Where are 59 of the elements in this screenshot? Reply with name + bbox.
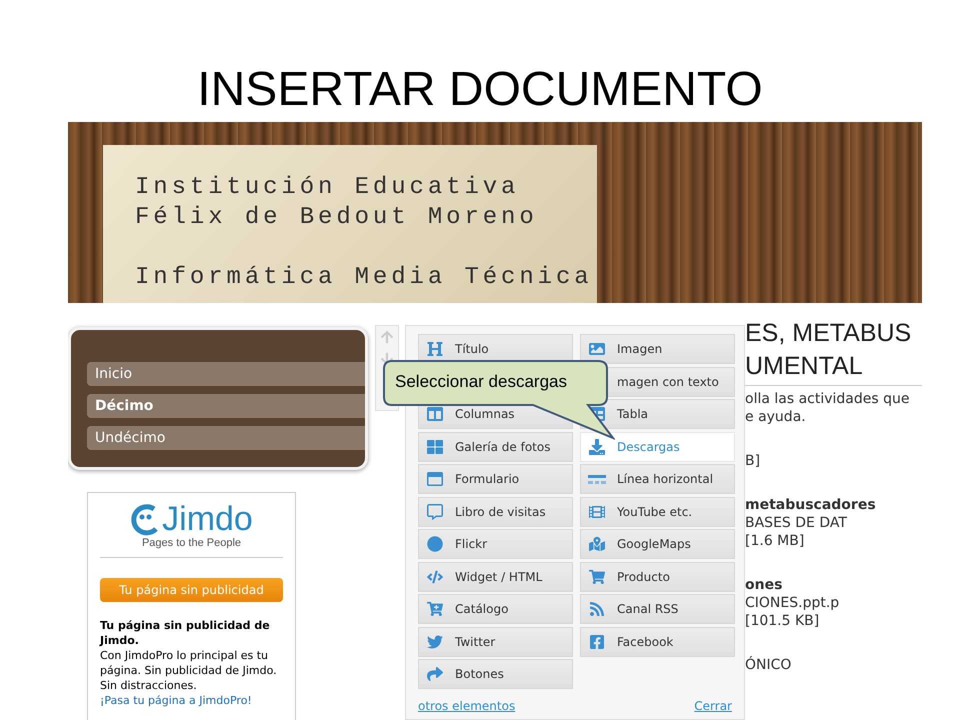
grid-icon — [427, 438, 443, 454]
header-text: Félix de Bedout Moreno — [135, 203, 539, 233]
menu-item[interactable]: Formulario — [418, 464, 573, 494]
page-text: e ayuda. — [745, 408, 807, 426]
promo-link[interactable]: ¡Pasa tu página a JimdoPro! — [100, 693, 283, 708]
page-text: BASES DE DAT — [745, 514, 848, 532]
promo-heading: Tu página sin publicidad de Jimdo. — [100, 618, 271, 648]
page-heading: UMENTAL — [745, 351, 864, 382]
menu-item[interactable]: Imagen — [580, 334, 735, 364]
menu-item[interactable]: YouTube etc. — [580, 496, 735, 526]
logo-text: Jimdo — [162, 501, 253, 537]
page-text: ÓNICO — [745, 656, 792, 674]
header-text: Informática Media Técnica — [135, 263, 594, 293]
code-icon — [427, 568, 443, 584]
nav-item[interactable]: Décimo — [87, 394, 365, 418]
speech-bubble-icon — [427, 504, 443, 520]
clapperboard-icon — [589, 504, 605, 520]
slide-title: INSERTAR DOCUMENTO — [196, 62, 764, 118]
header-text: Institución Educativa — [135, 173, 520, 203]
nav-item[interactable]: Inicio — [87, 362, 365, 386]
promo-text: Con JimdoPro lo principal es tu página. Sin publicidad de Jimdo. Sin distracciones. — [100, 648, 278, 693]
menu-item[interactable]: Libro de visitas — [418, 496, 573, 526]
cart-icon — [589, 568, 605, 584]
cart-icon — [427, 601, 443, 617]
page-text: CIONES.ppt.p — [745, 594, 840, 612]
image-icon — [589, 341, 605, 357]
menu-item[interactable]: Canal RSS — [580, 594, 735, 624]
form-field-icon — [427, 471, 443, 487]
menu-item[interactable]: Producto — [580, 562, 735, 592]
callout-text: Seleccionar descargas — [395, 372, 567, 392]
page-subheading: metabuscadores — [745, 496, 877, 514]
rss-icon — [589, 601, 605, 617]
download-icon — [589, 438, 605, 454]
logo-tagline: Pages to the People — [100, 537, 283, 558]
horizontal-line-icon — [588, 474, 606, 484]
smiley-logo-icon — [130, 503, 160, 537]
map-icon — [589, 536, 605, 552]
columns-icon — [427, 406, 443, 422]
menu-item[interactable]: Flickr — [418, 529, 573, 559]
nav-item[interactable]: Undécimo — [87, 426, 365, 450]
bird-icon — [427, 634, 443, 650]
page-text: [1.6 MB] — [745, 532, 806, 550]
menu-item[interactable]: Widget / HTML — [418, 562, 573, 592]
menu-item[interactable]: Catálogo — [418, 594, 573, 624]
page-heading: ES, METABUS — [745, 318, 912, 349]
page-text: olla las actividades que — [745, 390, 910, 408]
arrow-icon — [427, 666, 443, 682]
menu-item[interactable]: Twitter — [418, 626, 573, 656]
menu-item[interactable]: Línea horizontal — [580, 464, 735, 494]
menu-item[interactable]: Botones — [418, 659, 573, 689]
menu-item[interactable]: Facebook — [580, 626, 735, 656]
page-subheading: ones — [745, 576, 784, 594]
facebook-icon — [589, 634, 605, 650]
page-text: B] — [745, 452, 762, 470]
menu-item[interactable]: Galería de fotos — [418, 432, 573, 462]
page-text: [101.5 KB] — [745, 612, 820, 630]
heading-icon — [427, 341, 443, 357]
menu-item[interactable]: GoogleMaps — [580, 529, 735, 559]
menu-item[interactable]: Descargas — [580, 432, 735, 462]
